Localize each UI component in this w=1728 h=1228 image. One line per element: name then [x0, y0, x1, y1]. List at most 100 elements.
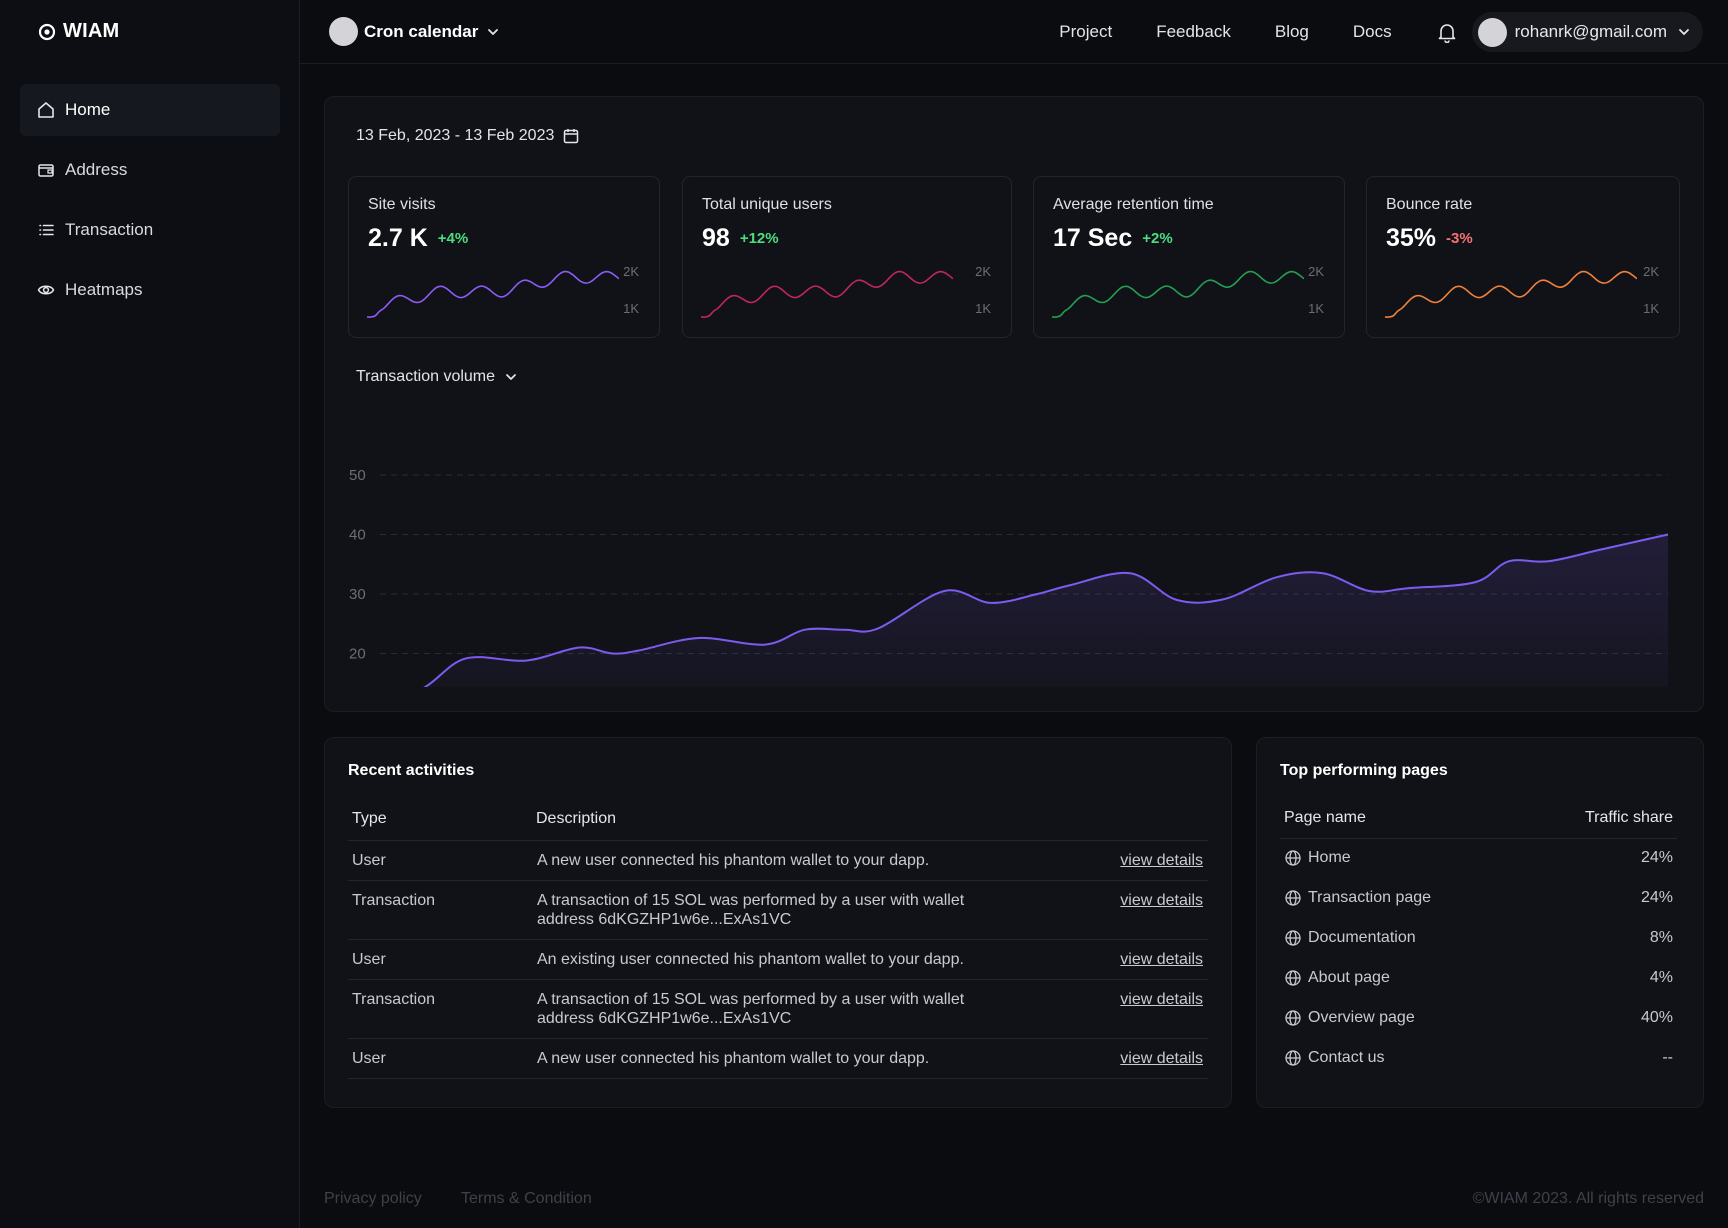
table-row[interactable]: Overview page 40%: [1280, 998, 1677, 1038]
home-icon: [38, 102, 54, 118]
y-tick-label: 30: [349, 586, 366, 603]
activity-description-text: An existing user connected his phantom w…: [537, 950, 964, 968]
calendar-icon: [564, 129, 579, 144]
activity-description-text: A new user connected his phantom wallet …: [537, 1049, 930, 1067]
app-logo[interactable]: WIAM: [37, 20, 119, 43]
privacy-policy-link[interactable]: Privacy policy: [324, 1190, 422, 1208]
stat-card-bounce-rate[interactable]: Bounce rate 35% -3% 2K 1K: [1366, 176, 1680, 338]
nav-link-blog[interactable]: Blog: [1275, 22, 1309, 42]
page-name-cell: Transaction page: [1280, 878, 1523, 918]
globe-icon: [1285, 890, 1301, 906]
top-pages-panel: Top performing pages Page name Traffic s…: [1256, 737, 1704, 1108]
stat-number: 35%: [1386, 224, 1437, 252]
table-row[interactable]: About page 4%: [1280, 958, 1677, 998]
activity-description-text: A transaction of 15 SOL was performed by…: [537, 990, 965, 1027]
sidebar: WIAM Home Address Transaction Heatmaps: [0, 0, 300, 1228]
y-tick-label: 40: [349, 527, 366, 544]
user-menu[interactable]: rohanrk@gmail.com: [1471, 12, 1703, 52]
stat-card-site-visits[interactable]: Site visits 2.7 K +4% 2K 1K: [348, 176, 660, 338]
copyright-text: ©WIAM 2023. All rights reserved: [1472, 1190, 1704, 1207]
view-details-link[interactable]: view details: [1120, 852, 1203, 869]
traffic-share: 24%: [1640, 889, 1673, 906]
date-range-label: 13 Feb, 2023 - 13 Feb 2023: [356, 127, 555, 144]
sidebar-item-label: Home: [65, 100, 111, 119]
metric-select-label: Transaction volume: [356, 368, 496, 385]
stat-card-unique-users[interactable]: Total unique users 98 +12% 2K 1K: [682, 176, 1012, 338]
project-switcher[interactable]: Cron calendar: [329, 17, 502, 46]
eye-icon: [37, 285, 55, 295]
activity-description: An existing user connected his phantom w…: [532, 939, 1058, 980]
traffic-share: 24%: [1640, 849, 1673, 867]
activity-action: view details: [1058, 840, 1208, 881]
stat-title: Bounce rate: [1386, 196, 1473, 213]
sidebar-item-heatmaps[interactable]: Heatmaps: [20, 264, 280, 316]
nav-link-project[interactable]: Project: [1059, 22, 1112, 42]
page-name-cell: About page: [1280, 958, 1523, 998]
sidebar-nav: Home Address Transaction Heatmaps: [20, 84, 280, 324]
avatar: [1477, 17, 1507, 47]
stat-card-retention-time[interactable]: Average retention time 17 Sec +2% 2K 1K: [1033, 176, 1345, 338]
page-name: Home: [1308, 849, 1351, 867]
column-header-page-name: Page name: [1280, 798, 1523, 839]
table-row[interactable]: Home 24%: [1280, 838, 1677, 878]
spark-tick-high: 2K: [1643, 264, 1659, 279]
page-name-cell: Documentation: [1280, 918, 1523, 958]
project-avatar: [329, 17, 358, 46]
sidebar-item-home[interactable]: Home: [20, 84, 280, 136]
wallet-icon: [38, 164, 54, 177]
activity-type: User: [348, 840, 532, 881]
globe-icon: [1285, 1050, 1301, 1066]
notifications-button[interactable]: [1436, 21, 1458, 43]
sparkline-path: [1385, 270, 1637, 318]
terms-link[interactable]: Terms & Condition: [461, 1190, 592, 1208]
activities-table: Type Description User A new user connecte…: [348, 798, 1208, 1079]
activity-action: view details: [1058, 880, 1208, 940]
sidebar-item-transaction[interactable]: Transaction: [20, 204, 280, 256]
metric-select[interactable]: Transaction volume: [356, 368, 519, 386]
panel-title: Recent activities: [348, 762, 475, 779]
sparkline: [1385, 270, 1637, 318]
stat-title: Total unique users: [702, 196, 832, 213]
top-pages-table: Page name Traffic share Home 24% Transacti…: [1280, 798, 1677, 1078]
page-name-cell: Home: [1280, 838, 1523, 878]
stat-value: 2.7 K +4%: [368, 224, 468, 253]
table-row[interactable]: Transaction page 24%: [1280, 878, 1677, 918]
transaction-volume-chart: 5040302010Feb 10Feb 10Feb 10Feb 10Feb 10…: [349, 467, 1669, 687]
stat-change: +12%: [739, 230, 779, 247]
stat-change: +4%: [437, 230, 469, 247]
chevron-down-icon: [488, 28, 499, 35]
sparkline: [701, 270, 953, 318]
bell-icon: [1438, 24, 1455, 43]
spark-tick-low: 1K: [975, 301, 991, 316]
sidebar-item-label: Transaction: [65, 220, 154, 239]
view-details-link[interactable]: view details: [1120, 991, 1203, 1008]
stat-number: 2.7 K: [368, 224, 428, 252]
table-header-row: Type Description: [348, 798, 1208, 841]
view-details-link[interactable]: view details: [1120, 892, 1203, 909]
list-icon: [39, 224, 54, 236]
table-row[interactable]: Contact us --: [1280, 1038, 1677, 1078]
chevron-down-icon: [1679, 29, 1689, 35]
page-name-cell: Contact us: [1280, 1038, 1523, 1078]
page-name: Documentation: [1308, 929, 1416, 946]
traffic-share: --: [1662, 1049, 1673, 1066]
globe-icon: [1285, 850, 1301, 866]
sparkline-path: [1052, 270, 1304, 318]
sparkline-path: [367, 270, 619, 318]
stat-title: Site visits: [368, 196, 436, 213]
view-details-link[interactable]: view details: [1120, 951, 1203, 968]
sparkline: [1052, 270, 1304, 318]
globe-icon: [1285, 970, 1301, 986]
sidebar-item-address[interactable]: Address: [20, 144, 280, 196]
sparkline-path: [701, 270, 953, 318]
sidebar-item-label: Heatmaps: [65, 280, 143, 299]
view-details-link[interactable]: view details: [1120, 1050, 1203, 1067]
table-row[interactable]: Documentation 8%: [1280, 918, 1677, 958]
page-name: Overview page: [1308, 1009, 1415, 1026]
nav-link-feedback[interactable]: Feedback: [1156, 22, 1231, 42]
nav-link-docs[interactable]: Docs: [1353, 22, 1392, 42]
table-row: User A new user connected his phantom wal…: [348, 840, 1208, 881]
page-name: About page: [1308, 969, 1390, 986]
stat-change: +2%: [1142, 230, 1173, 247]
date-range-picker[interactable]: 13 Feb, 2023 - 13 Feb 2023: [356, 127, 580, 145]
